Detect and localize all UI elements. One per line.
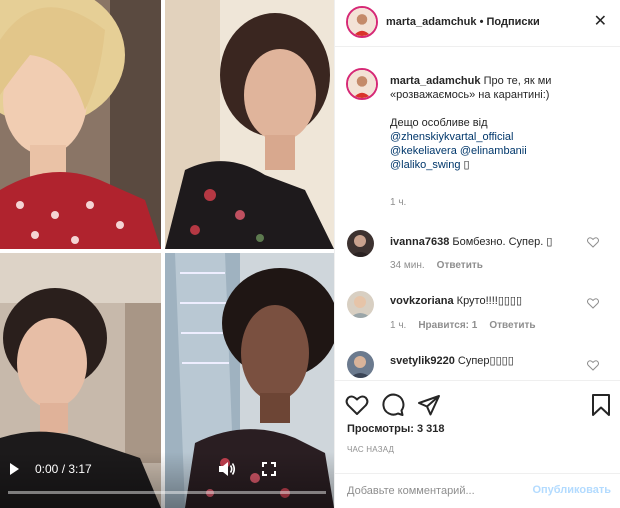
comment-time: 34 мин. <box>390 260 425 271</box>
mention-link[interactable]: @laliko_swing <box>390 159 460 171</box>
comment-icon[interactable] <box>381 393 405 417</box>
comment-meta: 1 ч. Нравится: 1 Ответить <box>390 320 548 331</box>
volume-icon[interactable] <box>218 461 236 477</box>
header-username[interactable]: marta_adamchuk <box>386 16 477 28</box>
caption-emoji: ▯ <box>463 159 470 171</box>
mention-link[interactable]: @kekeliavera <box>390 145 457 157</box>
play-icon[interactable] <box>10 463 19 475</box>
commenter-avatar[interactable] <box>347 230 374 257</box>
bookmark-icon[interactable] <box>589 393 613 417</box>
video-tile-2 <box>165 0 334 249</box>
heart-icon[interactable] <box>345 393 369 417</box>
author-avatar[interactable] <box>346 6 378 38</box>
post-header: marta_adamchuk • Подписки ✕ <box>335 0 620 47</box>
video-progress-bar[interactable] <box>8 491 326 494</box>
caption-text: marta_adamchuk Про те, як ми «розважаємо… <box>390 74 612 172</box>
video-frame-2 <box>165 0 334 249</box>
mention-link[interactable]: @zhenskiykvartal_official <box>390 130 612 144</box>
close-icon[interactable]: ✕ <box>594 11 607 31</box>
caption-line-2: Дещо особливе від <box>390 117 488 129</box>
comment-body: Супер▯▯▯▯ <box>457 355 514 367</box>
commenter-avatar[interactable] <box>347 351 374 378</box>
views-count[interactable]: Просмотры: 3 318 <box>347 423 445 435</box>
video-time: 0:00 / 3:17 <box>35 462 92 476</box>
header-username-line: marta_adamchuk • Подписки <box>386 16 540 28</box>
video-controls: 0:00 / 3:17 <box>0 452 334 508</box>
comment-likes[interactable]: Нравится: 1 <box>418 320 477 331</box>
following-button[interactable]: Подписки <box>486 16 539 28</box>
fullscreen-icon[interactable] <box>262 462 276 476</box>
comment-text: svetylik9220 Супер▯▯▯▯ <box>390 354 514 367</box>
like-heart-icon[interactable] <box>587 298 599 309</box>
comment-username[interactable]: ivanna7638 <box>390 236 449 248</box>
post-panel: marta_adamchuk • Подписки ✕ marta_adamch… <box>334 0 620 508</box>
publish-button[interactable]: Опубликовать <box>532 484 611 496</box>
comment-meta: 34 мин. Ответить <box>390 260 495 271</box>
post-date: ЧАС НАЗАД <box>347 445 395 454</box>
like-heart-icon[interactable] <box>587 360 599 371</box>
comment-username[interactable]: vovkzoriana <box>390 295 454 307</box>
comment-username[interactable]: svetylik9220 <box>390 355 455 367</box>
comment-text: vovkzoriana Круто!!!!▯▯▯▯ <box>390 294 522 307</box>
share-icon[interactable] <box>417 393 441 417</box>
video-tile-1 <box>0 0 161 249</box>
comment-text: ivanna7638 Бомбезно. Супер. ▯ <box>390 235 552 248</box>
add-comment-bar: Опубликовать <box>335 473 620 508</box>
reply-button[interactable]: Ответить <box>437 260 483 271</box>
post-media[interactable]: 0:00 / 3:17 <box>0 0 334 508</box>
caption-time: 1 ч. <box>390 197 407 208</box>
comment-body: Круто!!!!▯▯▯▯ <box>456 295 523 307</box>
comment-body: Бомбезно. Супер. ▯ <box>452 236 553 248</box>
header-separator: • <box>479 16 484 28</box>
caption-avatar[interactable] <box>346 68 378 100</box>
video-frame-1 <box>0 0 161 249</box>
comment-time: 1 ч. <box>390 320 407 331</box>
like-heart-icon[interactable] <box>587 237 599 248</box>
post-actions: Просмотры: 3 318 ЧАС НАЗАД Опубликовать <box>335 380 620 508</box>
mention-link[interactable]: @elinambanii <box>460 145 527 157</box>
comment-input[interactable] <box>347 483 527 499</box>
reply-button[interactable]: Ответить <box>489 320 535 331</box>
commenter-avatar[interactable] <box>347 291 374 318</box>
caption-username[interactable]: marta_adamchuk <box>390 75 481 87</box>
